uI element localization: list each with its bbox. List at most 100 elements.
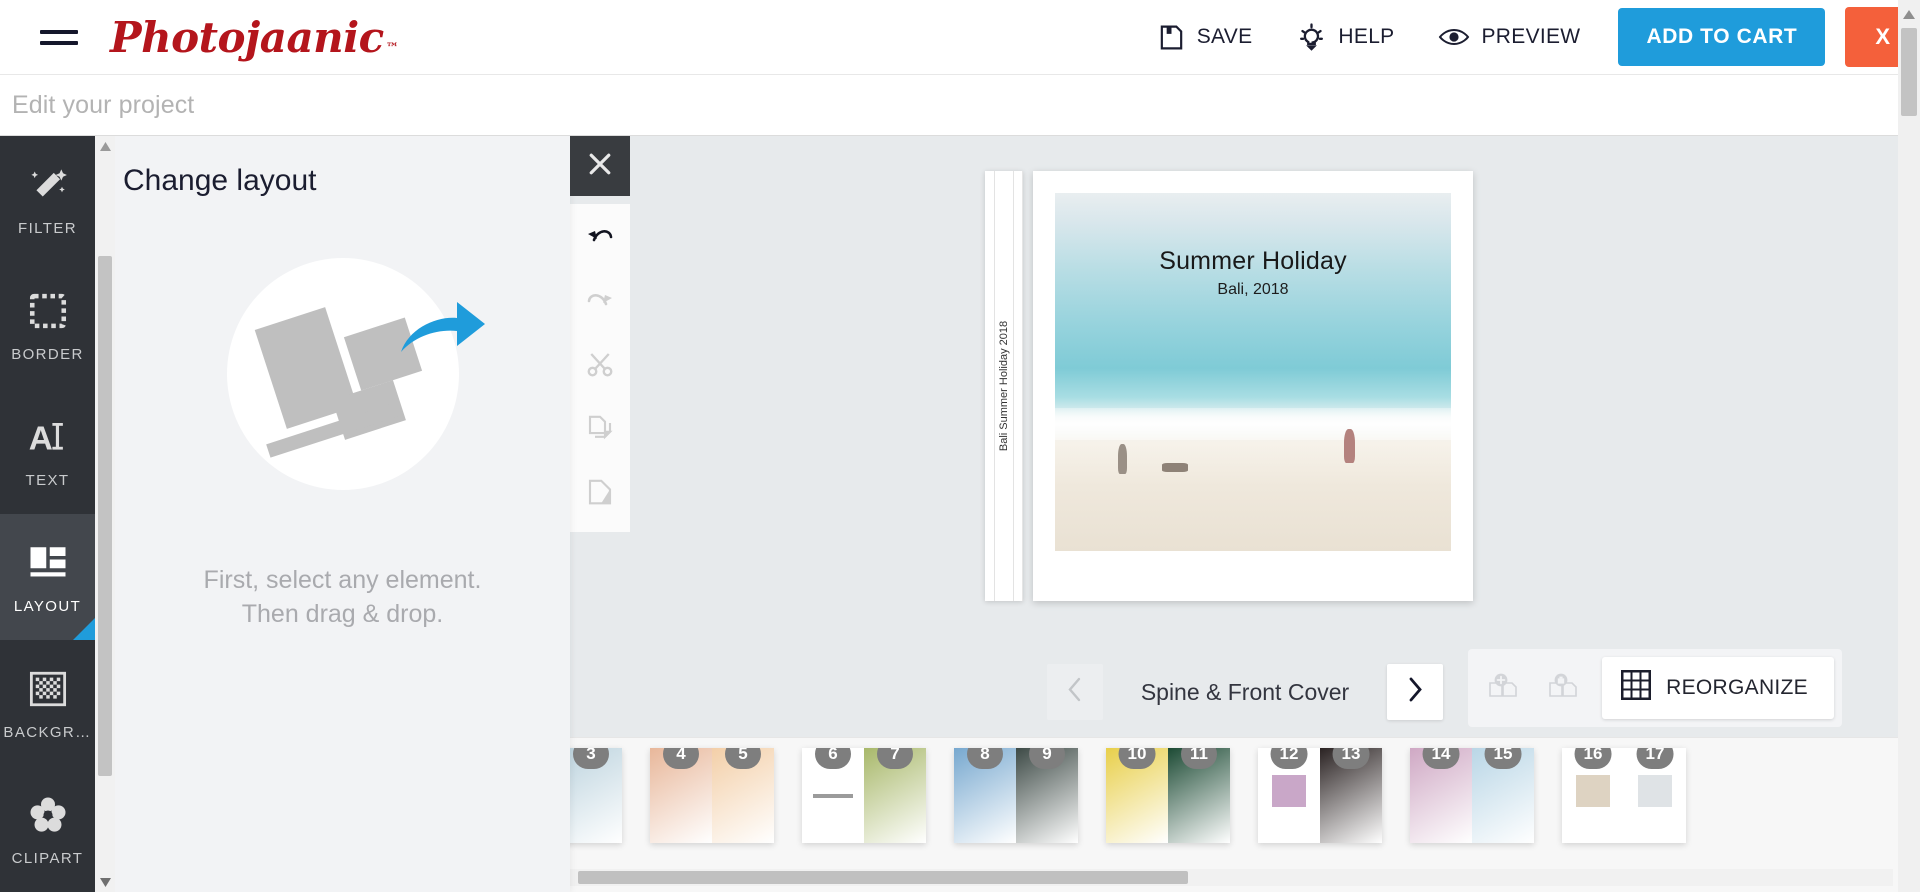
delete-page-button[interactable] xyxy=(1536,661,1591,715)
thumbnail-page[interactable]: 11 xyxy=(1168,748,1230,843)
thumbnail-page[interactable]: 6 xyxy=(802,748,864,843)
scroll-up-icon[interactable] xyxy=(95,136,115,156)
thumbnail-page[interactable]: 15 xyxy=(1472,748,1534,843)
help-button[interactable]: HELP xyxy=(1274,0,1416,74)
thumbnail-page[interactable]: 8 xyxy=(954,748,1016,843)
cover-photo[interactable]: Summer Holiday Bali, 2018 xyxy=(1055,193,1451,551)
save-label: SAVE xyxy=(1196,25,1253,48)
next-page-button[interactable] xyxy=(1387,664,1444,720)
thumbnail-page[interactable]: 13 xyxy=(1320,748,1382,843)
eye-icon xyxy=(1438,24,1470,50)
close-panel-button[interactable] xyxy=(570,136,630,196)
thumbnail-spread[interactable]: 12 13 xyxy=(1258,748,1382,843)
thumbnail-spread[interactable]: 14 15 xyxy=(1410,748,1534,843)
help-label: HELP xyxy=(1338,25,1395,48)
previous-page-button[interactable] xyxy=(1046,664,1103,720)
canvas-stage: Bali Summer Holiday 2018 Summer Holiday … xyxy=(570,136,1920,737)
paste-button[interactable] xyxy=(580,474,620,514)
sidebar-item-filter[interactable]: FILTER xyxy=(0,136,95,262)
thumbnail-inset-photo xyxy=(1575,774,1611,807)
thumbnail-page[interactable]: 4 xyxy=(650,748,712,843)
header-actions: SAVE HELP PREVIEW ADD TO CART X xyxy=(1135,0,1920,74)
thumbnail-page[interactable]: 17 xyxy=(1624,748,1686,843)
scroll-up-icon[interactable] xyxy=(1903,6,1915,24)
thumbnail-row: 3 4 5 6 7 8 9 10 11 12 13 14 15 16 17 xyxy=(560,748,1686,843)
thumbnail-page[interactable]: 16 xyxy=(1562,748,1624,843)
thumbnail-page[interactable]: 10 xyxy=(1106,748,1168,843)
add-to-cart-button[interactable]: ADD TO CART xyxy=(1618,8,1826,66)
text-cursor-icon: A xyxy=(25,414,71,460)
sidebar-item-text[interactable]: A TEXT xyxy=(0,388,95,514)
add-page-button[interactable] xyxy=(1476,661,1531,715)
sidebar-item-background[interactable]: BACKGR… xyxy=(0,640,95,766)
sidebar-item-label: BORDER xyxy=(11,345,84,363)
thumbnail-page[interactable]: 5 xyxy=(712,748,774,843)
thumbnail-text-line xyxy=(813,793,853,798)
copy-button[interactable] xyxy=(580,410,620,450)
svg-text:A: A xyxy=(28,420,52,457)
lightbulb-icon xyxy=(1296,22,1327,53)
beach-figure xyxy=(1161,463,1188,473)
sidebar-item-label: TEXT xyxy=(25,471,70,489)
undo-arrow-icon xyxy=(585,223,615,254)
sidebar-item-layout[interactable]: LAYOUT xyxy=(0,514,95,640)
front-cover-page[interactable]: Summer Holiday Bali, 2018 xyxy=(1033,171,1473,601)
copy-pages-icon xyxy=(585,413,615,448)
sidebar-item-label: BACKGR… xyxy=(3,723,92,741)
save-button[interactable]: SAVE xyxy=(1135,0,1275,74)
preview-button[interactable]: PREVIEW xyxy=(1416,0,1602,74)
drag-drop-illustration xyxy=(226,258,485,490)
cover-subtitle-text[interactable]: Bali, 2018 xyxy=(1055,281,1451,299)
beach-figure xyxy=(1118,443,1128,474)
app-header: Photojaanic ™ SAVE HELP PREVIEW ADD TO C… xyxy=(0,0,1920,75)
thumbnail-page[interactable]: 9 xyxy=(1016,748,1078,843)
sidebar-scroll-thumb[interactable] xyxy=(98,256,112,776)
logo-trademark: ™ xyxy=(385,40,399,56)
thumbnail-spread[interactable]: 10 11 xyxy=(1106,748,1230,843)
thumbnail-spread[interactable]: 16 17 xyxy=(1562,748,1686,843)
scroll-down-icon[interactable] xyxy=(95,872,115,892)
page-scrollbar[interactable] xyxy=(1898,0,1920,892)
thumbnail-spread[interactable]: 89 xyxy=(954,748,1078,843)
thumbnail-page[interactable]: 12 xyxy=(1258,748,1320,843)
spine-text: Bali Summer Holiday 2018 xyxy=(997,320,1010,452)
cut-button[interactable] xyxy=(580,346,620,386)
redo-arrow-icon xyxy=(585,287,615,318)
sidebar-item-label: CLIPART xyxy=(11,849,84,867)
filmstrip-scrollbar[interactable] xyxy=(548,869,1893,886)
reorganize-button[interactable]: REORGANIZE xyxy=(1602,657,1834,719)
filmstrip-scroll-thumb[interactable] xyxy=(578,871,1188,884)
project-name-input[interactable]: Edit your project xyxy=(12,91,194,120)
sidebar-item-label: LAYOUT xyxy=(13,597,82,615)
thumbnail-page[interactable]: 7 xyxy=(864,748,926,843)
thumbnail-spread[interactable]: 45 xyxy=(650,748,774,843)
book-spine[interactable]: Bali Summer Holiday 2018 xyxy=(985,171,1023,601)
tool-sidebar: FILTER BORDER A TEXT LAYOUT BACKGR… CLIP… xyxy=(0,136,95,892)
thumbnail-inset-photo xyxy=(1271,774,1307,807)
redo-button[interactable] xyxy=(580,282,620,322)
page-scroll-thumb[interactable] xyxy=(1901,28,1917,116)
sidebar-item-border[interactable]: BORDER xyxy=(0,262,95,388)
change-layout-panel: Change layout First, select any element.… xyxy=(115,136,570,892)
blue-arrow-icon xyxy=(395,282,487,365)
undo-button[interactable] xyxy=(580,218,620,258)
logo-text: Photojaanic xyxy=(110,12,384,62)
current-page-label: Spine & Front Cover xyxy=(1140,678,1350,705)
panel-hint-line1: First, select any element. xyxy=(203,566,482,594)
delete-page-icon xyxy=(1546,671,1580,706)
magic-wand-icon xyxy=(25,162,71,208)
page-tools: REORGANIZE xyxy=(1468,649,1842,727)
panel-hint-line2: Then drag & drop. xyxy=(241,599,444,628)
beach-figure xyxy=(1344,429,1356,464)
brand-logo[interactable]: Photojaanic ™ xyxy=(110,12,399,62)
layout-grid-icon xyxy=(25,540,71,586)
cover-title-text[interactable]: Summer Holiday xyxy=(1055,247,1451,276)
thumbnail-spread[interactable]: 67 xyxy=(802,748,926,843)
subheader: Edit your project xyxy=(0,75,1920,136)
sidebar-item-clipart[interactable]: CLIPART xyxy=(0,766,95,892)
sidebar-scrollbar[interactable] xyxy=(95,136,115,892)
thumbnail-page[interactable]: 14 xyxy=(1410,748,1472,843)
hamburger-icon[interactable] xyxy=(40,22,78,52)
floppy-disk-icon xyxy=(1157,23,1186,52)
thumbnail-inset-photo xyxy=(1637,774,1673,807)
